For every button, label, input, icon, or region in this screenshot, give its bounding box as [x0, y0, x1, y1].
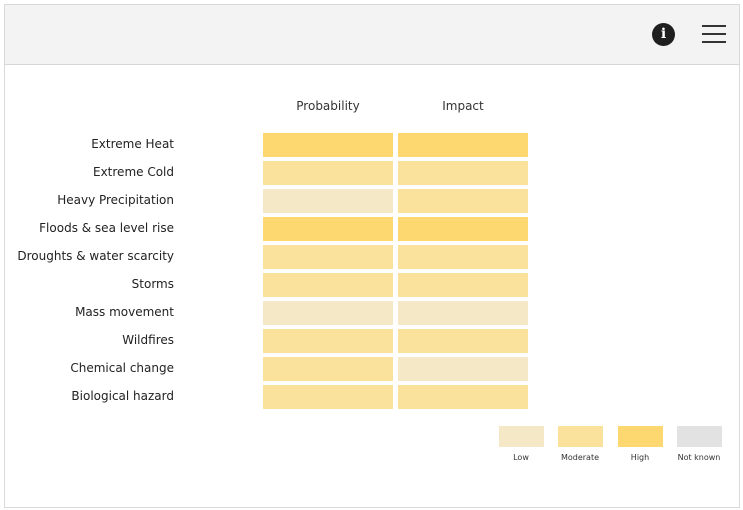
row-label: Storms: [131, 277, 174, 291]
heatmap-cell[interactable]: [263, 133, 393, 157]
row-label: Extreme Cold: [93, 165, 174, 179]
legend-label: Moderate: [560, 453, 600, 462]
legend-swatch: [499, 426, 544, 447]
heatmap-cell[interactable]: [398, 217, 528, 241]
hamburger-menu-icon[interactable]: [702, 25, 726, 43]
row-label: Heavy Precipitation: [57, 193, 174, 207]
legend-label: Not known: [677, 453, 721, 462]
heatmap-cell[interactable]: [398, 161, 528, 185]
heatmap-cell[interactable]: [263, 357, 393, 381]
heatmap-cell[interactable]: [263, 217, 393, 241]
column-header-probability: Probability: [296, 99, 360, 113]
heatmap-cell[interactable]: [263, 329, 393, 353]
heatmap-cell[interactable]: [398, 273, 528, 297]
legend-swatch: [677, 426, 722, 447]
heatmap-cell[interactable]: [398, 245, 528, 269]
heatmap-cell[interactable]: [398, 357, 528, 381]
legend-swatch: [558, 426, 603, 447]
row-label: Floods & sea level rise: [39, 221, 174, 235]
row-label: Biological hazard: [71, 389, 174, 403]
heatmap-cell[interactable]: [263, 245, 393, 269]
row-label: Extreme Heat: [91, 137, 174, 151]
heatmap-cell[interactable]: [398, 385, 528, 409]
row-label: Droughts & water scarcity: [17, 249, 174, 263]
heatmap-cell[interactable]: [398, 301, 528, 325]
row-label: Mass movement: [75, 305, 174, 319]
legend-label: Low: [513, 453, 529, 462]
heatmap-cell[interactable]: [263, 273, 393, 297]
row-label: Chemical change: [70, 361, 174, 375]
heatmap-cell[interactable]: [398, 133, 528, 157]
heatmap-cell[interactable]: [263, 161, 393, 185]
heatmap-cell[interactable]: [263, 385, 393, 409]
heatmap-cell[interactable]: [398, 189, 528, 213]
top-toolbar: i: [5, 5, 739, 65]
info-icon[interactable]: i: [652, 23, 675, 46]
column-header-impact: Impact: [442, 99, 484, 113]
heatmap-cell[interactable]: [398, 329, 528, 353]
row-label: Wildfires: [122, 333, 174, 347]
legend-label: High: [630, 453, 650, 462]
heatmap-cell[interactable]: [263, 189, 393, 213]
legend-swatch: [618, 426, 663, 447]
heatmap-cell[interactable]: [263, 301, 393, 325]
